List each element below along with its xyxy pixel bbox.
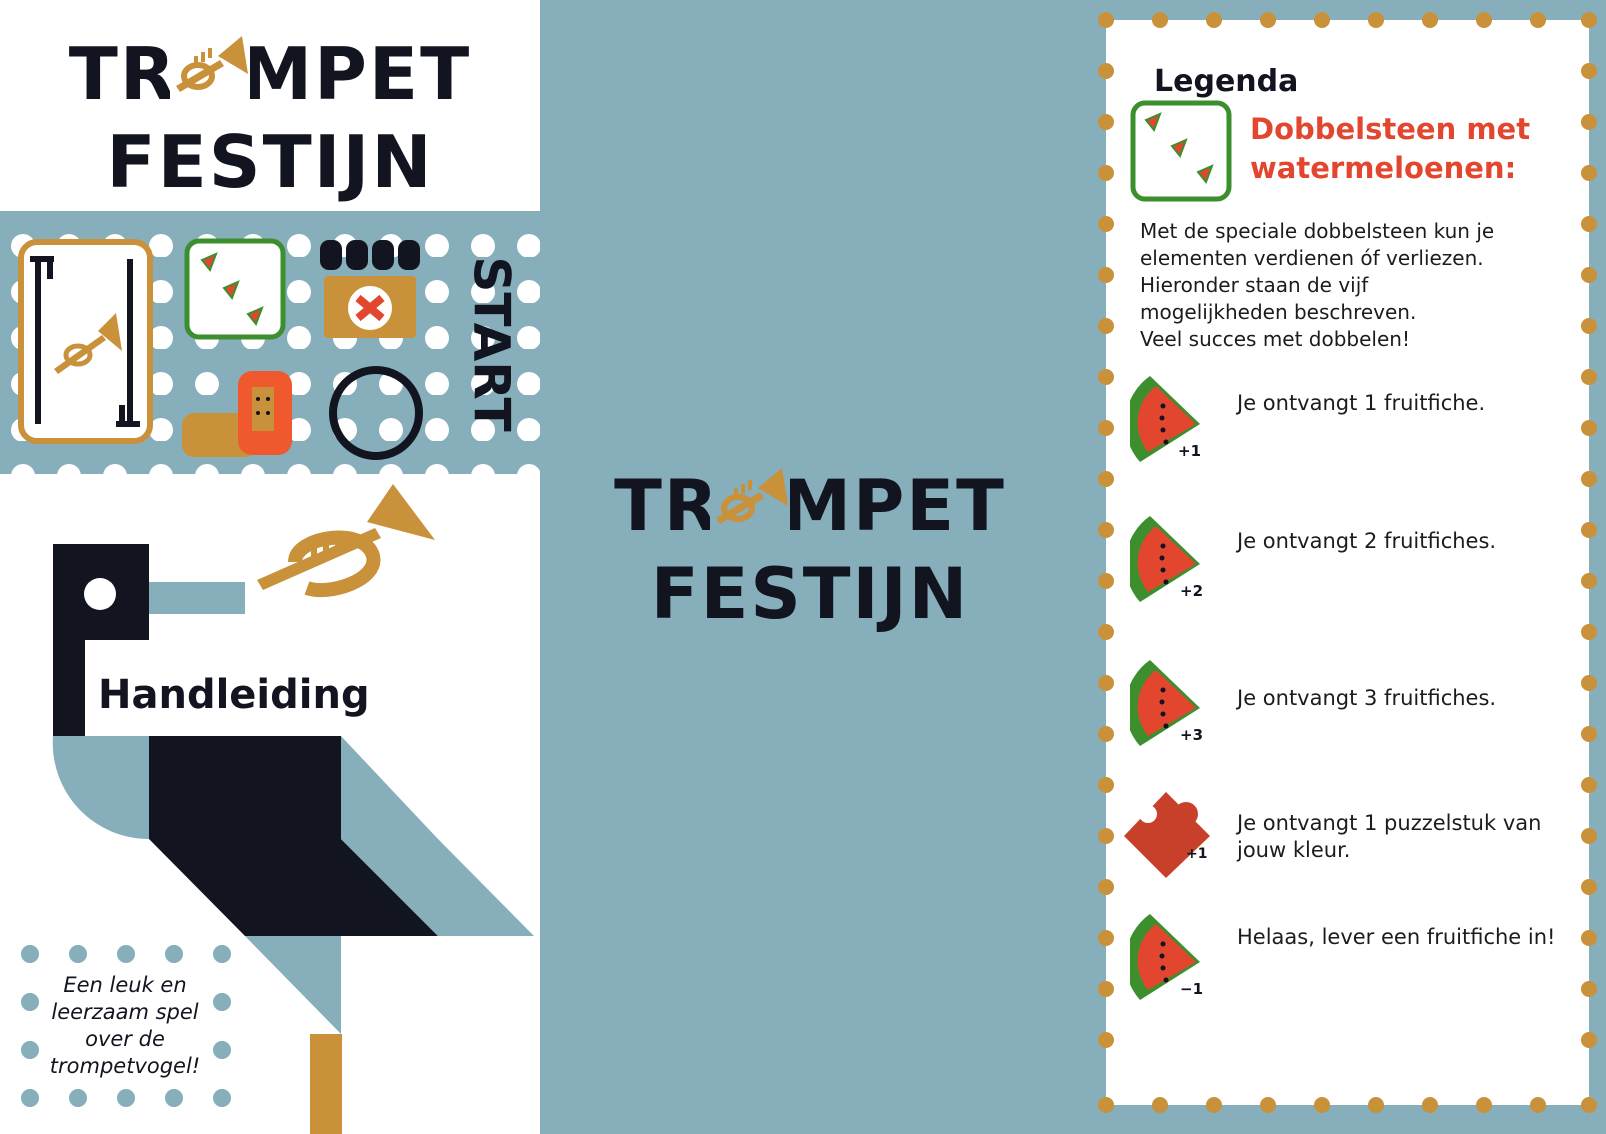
intro-line: mogelijkheden beschreven. <box>1140 300 1417 324</box>
badge: +1 <box>1178 442 1201 460</box>
left-panel: TROMPET FESTIJN START Handleiding Een le… <box>0 0 540 1134</box>
market-stall-icon <box>320 240 420 338</box>
intro-line: Veel succes met dobbelen! <box>1140 327 1410 351</box>
legend-item-line: Helaas, lever een fruitfiche in! <box>1237 925 1556 949</box>
boot-icon <box>182 371 292 457</box>
tagline: Een leuk en leerzaam spel over de trompe… <box>30 972 220 1080</box>
legend-item-3-text: Je ontvangt 3 fruitfiches. <box>1237 685 1587 712</box>
intro-line: Hieronder staan de vijf <box>1140 273 1369 297</box>
logo-line-1: TROMPET <box>614 465 1006 547</box>
dice-title: Dobbelsteen met watermeloenen: <box>1250 110 1580 188</box>
badge: +3 <box>1180 726 1203 744</box>
puzzle-piece-icon <box>1124 792 1210 878</box>
manual-title: Handleiding <box>98 672 370 718</box>
legend-item-line: Je ontvangt 3 fruitfiches. <box>1237 686 1497 710</box>
tagline-line: leerzaam spel <box>51 1000 199 1024</box>
legend-item-line: Je ontvangt 1 fruitfiche. <box>1237 391 1486 415</box>
legend-item-4-text: Je ontvangt 1 puzzelstuk van jouw kleur. <box>1237 810 1587 864</box>
logo-center: TROMPET FESTIJN <box>540 462 1080 638</box>
intro-line: Met de speciale dobbelsteen kun je <box>1140 219 1495 243</box>
tagline-line: over de <box>85 1027 165 1051</box>
tagline-line: trompetvogel! <box>49 1054 201 1078</box>
legend-item-2-icon: +2 <box>1130 516 1203 602</box>
legend-item-line: Je ontvangt 1 puzzelstuk van <box>1237 811 1542 835</box>
intro-line: elementen verdienen óf verliezen. <box>1140 246 1484 270</box>
legend-item-3-icon: +3 <box>1130 660 1203 746</box>
logo-trumpet-icon <box>170 30 250 100</box>
badge: +1 <box>1186 846 1207 862</box>
logo-line-2: FESTIJN <box>650 553 970 635</box>
legend-item-5-icon: −1 <box>1130 914 1203 1000</box>
trumpet-icon <box>257 484 435 598</box>
legend-item-line: Je ontvangt 2 fruitfiches. <box>1237 529 1497 553</box>
badge: −1 <box>1180 980 1203 998</box>
legend-item-4-icon: +1 <box>1124 792 1210 878</box>
legend-item-5-text: Helaas, lever een fruitfiche in! <box>1237 924 1587 951</box>
start-text: START <box>463 256 519 431</box>
legend-intro: Met de speciale dobbelsteen kun je eleme… <box>1140 218 1580 353</box>
logo-top-left: TROMPET FESTIJN <box>0 30 540 206</box>
legend-item-1-text: Je ontvangt 1 fruitfiche. <box>1237 390 1587 417</box>
legend-item-line: jouw kleur. <box>1237 838 1351 862</box>
logo-line-2: FESTIJN <box>106 120 434 204</box>
dice-tile <box>184 238 286 340</box>
dice-title-line: Dobbelsteen met <box>1250 112 1531 146</box>
game-board-strip: START <box>0 211 540 474</box>
dice-icon <box>1130 100 1232 202</box>
dice-title-line: watermeloenen: <box>1250 151 1517 185</box>
legend-item-1-icon: +1 <box>1130 376 1201 462</box>
ring-icon <box>329 366 423 460</box>
logo-line-1: TROMPET <box>68 32 472 116</box>
trumpet-card <box>18 239 153 444</box>
badge: +2 <box>1180 582 1203 600</box>
tagline-line: Een leuk en <box>63 973 187 997</box>
middle-panel: TROMPET FESTIJN <box>540 0 1080 1134</box>
logo-trumpet-icon <box>710 462 790 532</box>
start-label: START <box>463 256 519 431</box>
legend-item-2-text: Je ontvangt 2 fruitfiches. <box>1237 528 1587 555</box>
